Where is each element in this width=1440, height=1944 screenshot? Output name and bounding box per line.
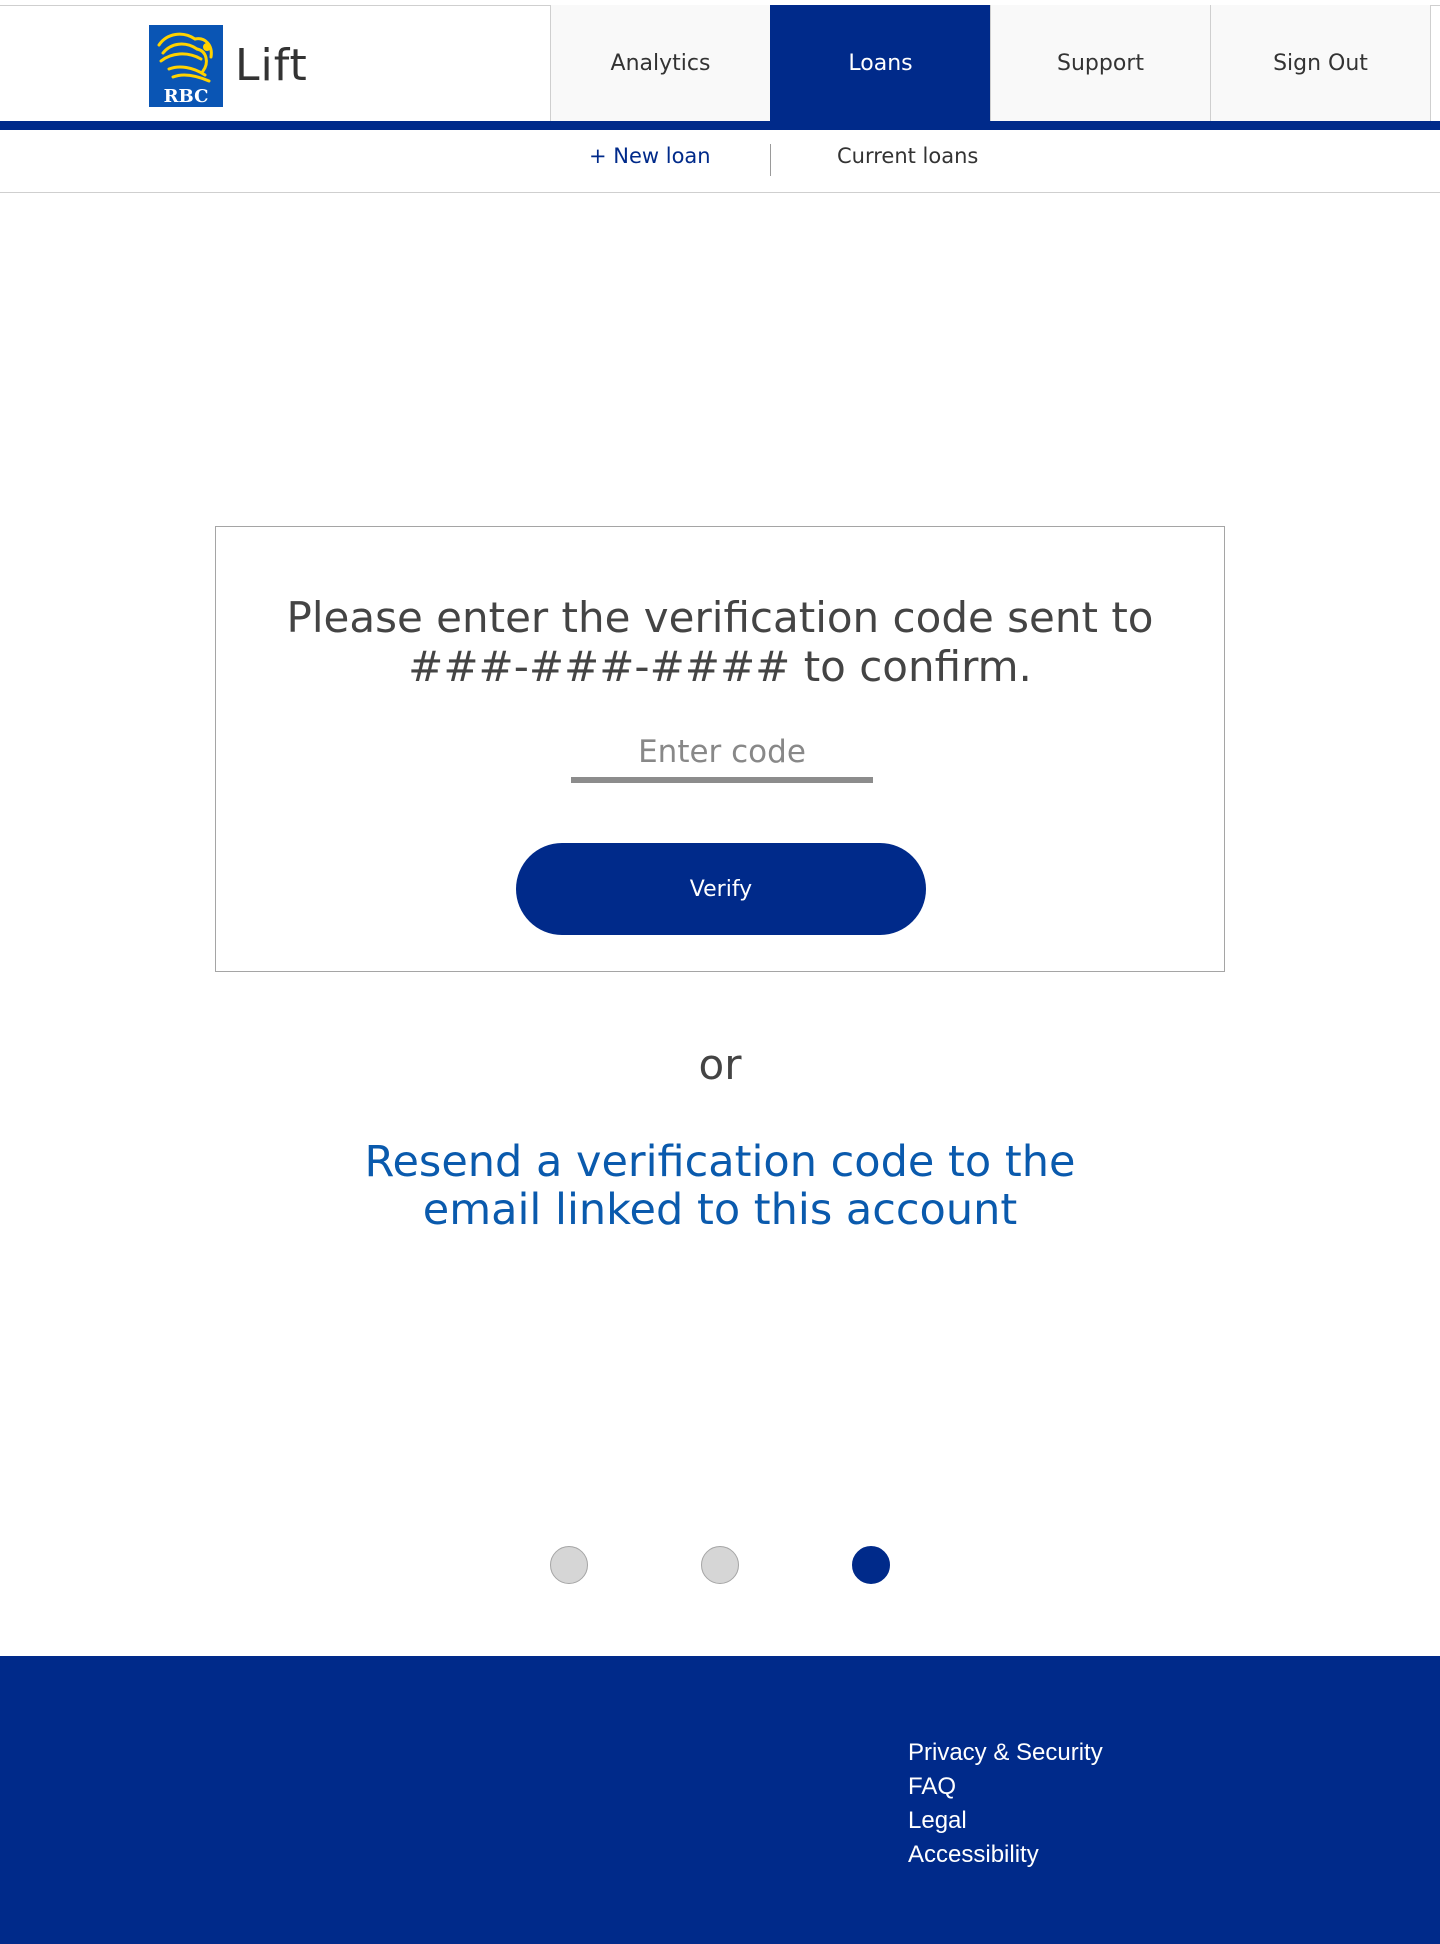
current-loans-link[interactable]: Current loans [837, 144, 978, 168]
prompt-line-2: ###-###-#### to confirm. [408, 642, 1032, 691]
nav-sign-out[interactable]: Sign Out [1210, 5, 1431, 121]
rbc-logo-icon: RBC [145, 21, 227, 111]
footer-link-accessibility[interactable]: Accessibility [908, 1838, 1103, 1872]
verification-card: Please enter the verification code sent … [215, 526, 1225, 972]
footer: Privacy & Security FAQ Legal Accessibili… [0, 1656, 1440, 1944]
new-loan-link[interactable]: + New loan [589, 144, 711, 168]
step-indicator [0, 1546, 1440, 1586]
footer-link-privacy[interactable]: Privacy & Security [908, 1736, 1103, 1770]
header-accent-bar [0, 121, 1440, 130]
nav-support[interactable]: Support [990, 5, 1211, 121]
step-dot-3 [852, 1546, 890, 1584]
resend-code-link[interactable]: Resend a verification code to the email … [320, 1138, 1120, 1234]
footer-link-legal[interactable]: Legal [908, 1804, 1103, 1838]
header: RBC Lift Analytics Loans Support Sign Ou… [0, 0, 1440, 130]
nav-loans[interactable]: Loans [770, 5, 991, 121]
footer-link-faq[interactable]: FAQ [908, 1770, 1103, 1804]
or-separator: or [698, 1040, 742, 1089]
step-dot-2 [701, 1546, 739, 1584]
footer-links: Privacy & Security FAQ Legal Accessibili… [908, 1736, 1103, 1872]
verification-code-input[interactable] [571, 727, 873, 783]
prompt-line-1: Please enter the verification code sent … [286, 593, 1154, 642]
app-name: Lift [235, 40, 308, 91]
rbc-lion-shield-icon: RBC [149, 25, 223, 107]
resend-line-2: email linked to this account [422, 1185, 1018, 1235]
nav-analytics[interactable]: Analytics [550, 5, 771, 121]
main-nav: Analytics Loans Support Sign Out [550, 5, 1431, 121]
resend-line-1: Resend a verification code to the [364, 1137, 1076, 1187]
subnav-divider [770, 144, 771, 176]
verification-prompt: Please enter the verification code sent … [216, 593, 1224, 691]
logo-text: RBC [164, 86, 209, 107]
verify-button[interactable]: Verify [516, 843, 926, 935]
subnav: + New loan Current loans [0, 130, 1440, 193]
step-dot-1 [550, 1546, 588, 1584]
brand[interactable]: RBC Lift [145, 20, 308, 112]
